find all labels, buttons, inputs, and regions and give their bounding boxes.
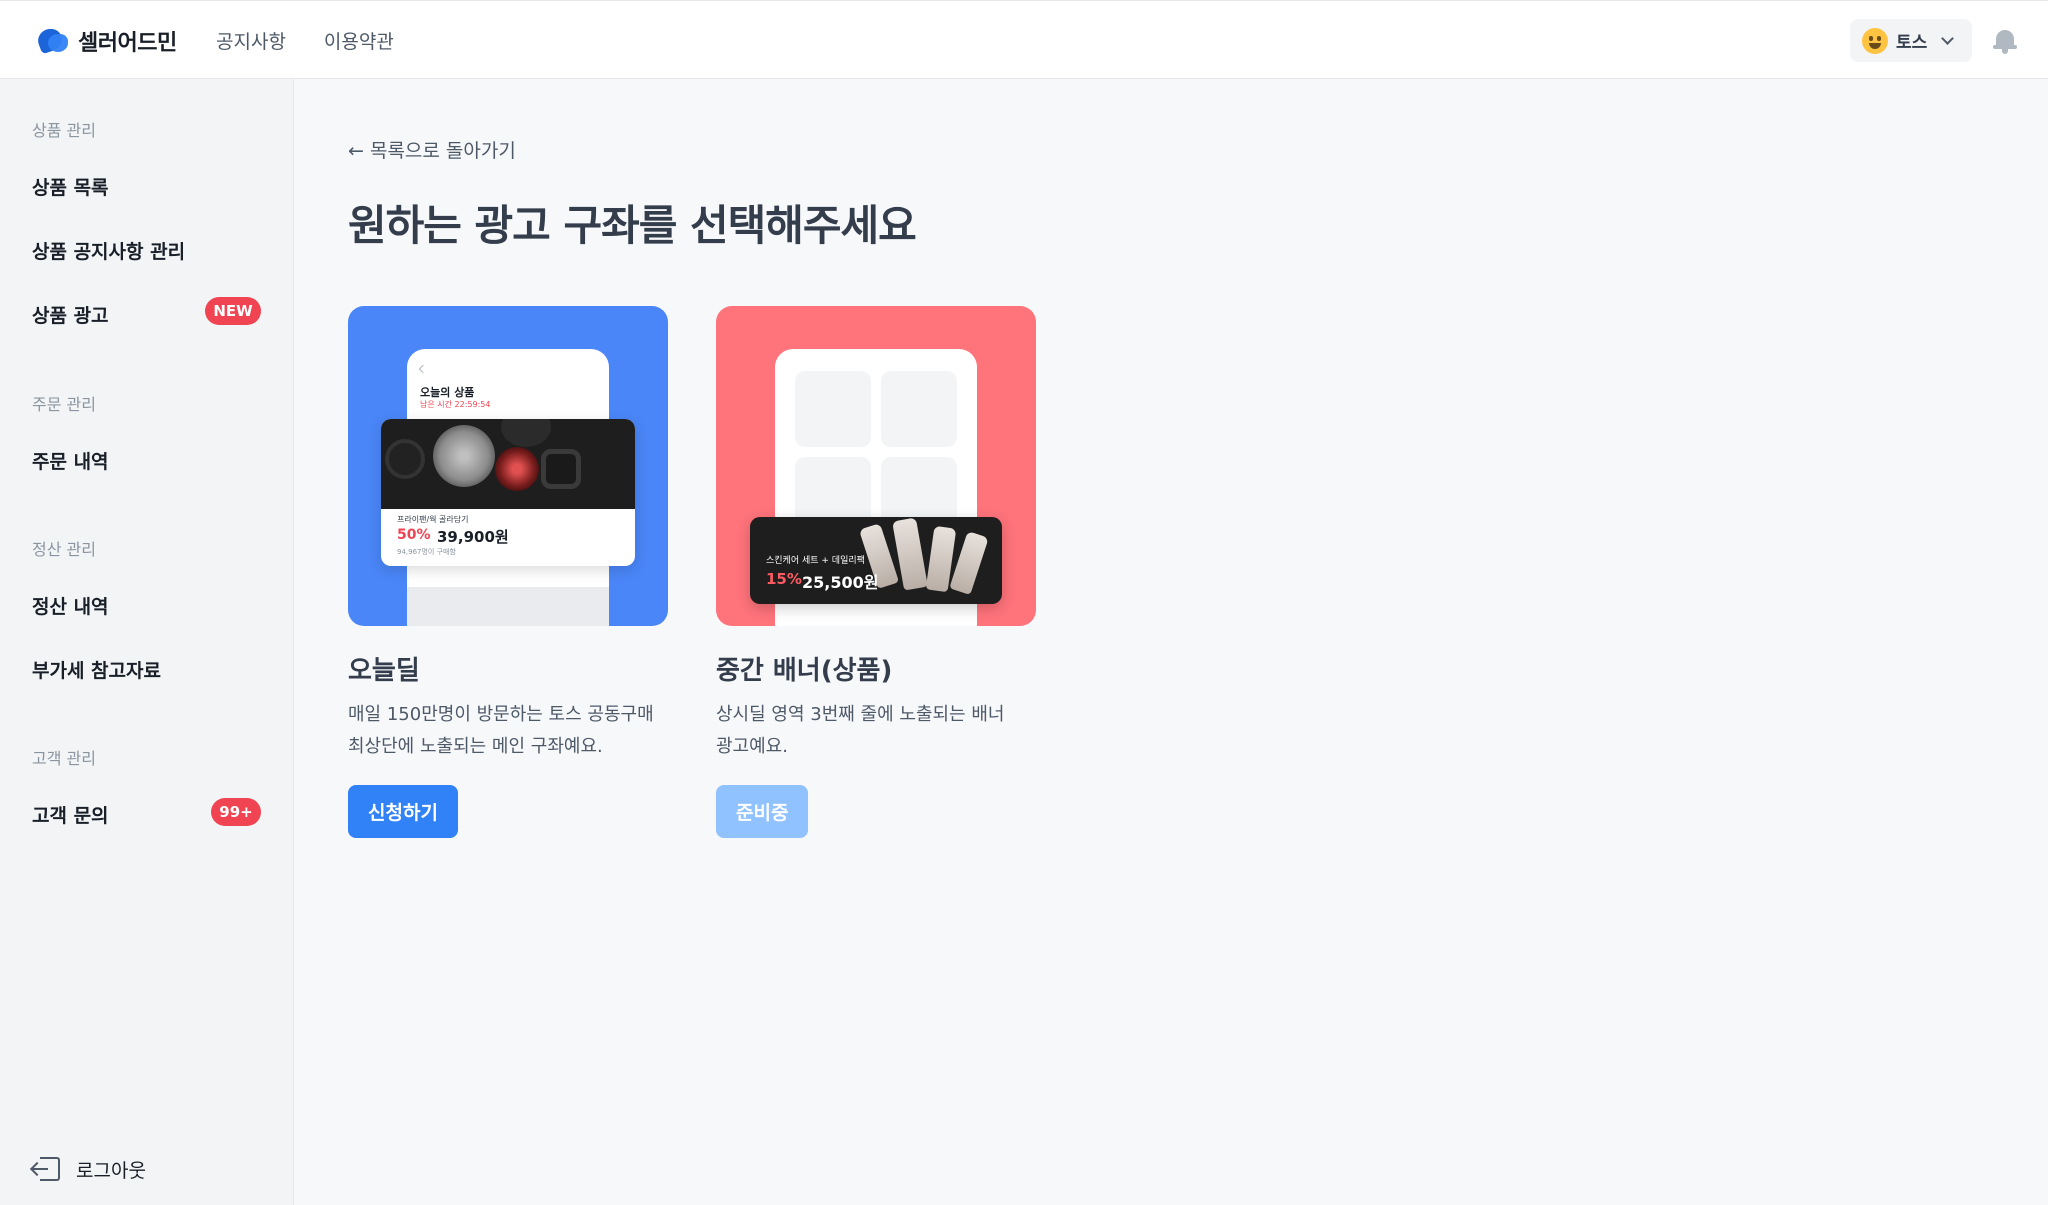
page-title: 원하는 광고 구좌를 선택해주세요 <box>348 201 917 250</box>
ad-slot-card-todaydeal: 오늘의 상품 남은 시간 22:59:54 프라이팬/웍 골라담기 50% 39… <box>348 306 668 838</box>
card-description: 상시딜 영역 3번째 줄에 노출되는 배너 광고예요. <box>716 704 1005 757</box>
cookware-photo <box>381 419 635 509</box>
apply-button[interactable]: 신청하기 <box>348 785 458 838</box>
sidebar-item-product-ads[interactable]: 상품 광고 <box>32 301 109 328</box>
coming-soon-button: 준비중 <box>716 785 809 838</box>
preview-section-title: 오늘의 상품 <box>420 386 475 399</box>
todaydeal-preview-image: 오늘의 상품 남은 시간 22:59:54 프라이팬/웍 골라담기 50% 39… <box>348 306 668 626</box>
sidebar-item-product-notices[interactable]: 상품 공지사항 관리 <box>32 237 185 264</box>
preview-timer: 남은 시간 22:59:54 <box>420 400 491 409</box>
banner-discount: 15% <box>766 570 802 588</box>
preview-product-name: 프라이팬/웍 골라담기 <box>397 515 469 524</box>
nav-notices-link[interactable]: 공지사항 <box>216 27 286 54</box>
chevron-left-icon <box>418 364 428 374</box>
banner-product-name: 스킨케어 세트 + 데일리팩 <box>766 556 865 566</box>
sidebar-item-order-history[interactable]: 주문 내역 <box>32 447 109 474</box>
account-dropdown[interactable]: 토스 <box>1850 19 1972 62</box>
sidebar: 상품 관리 상품 목록 상품 공지사항 관리 상품 광고 NEW 주문 관리 주… <box>0 79 294 1205</box>
bell-icon[interactable] <box>1993 28 2017 54</box>
card-title: 오늘딜 <box>348 656 420 686</box>
card-title: 중간 배너(상품) <box>716 656 893 686</box>
sidebar-section-orders: 주문 관리 <box>32 395 96 414</box>
logout-label: 로그아웃 <box>76 1159 146 1182</box>
logout-button[interactable]: 로그아웃 <box>32 1155 146 1183</box>
smiley-emoji-icon <box>1862 27 1888 54</box>
card-description: 매일 150만명이 방문하는 토스 공동구매 최상단에 노출되는 메인 구좌예요… <box>348 704 654 757</box>
sidebar-item-settlement-history[interactable]: 정산 내역 <box>32 592 109 619</box>
logout-icon <box>32 1155 62 1183</box>
middle-banner-preview-image: 스킨케어 세트 + 데일리팩 15% 25,500원 <box>716 306 1036 626</box>
inquiry-count-badge: 99+ <box>211 798 261 826</box>
preview-product-card: 프라이팬/웍 골라담기 50% 39,900원 94,967명이 구매함 <box>381 419 635 566</box>
seller-admin-logo-icon <box>34 25 70 56</box>
preview-discount: 50% <box>397 527 431 543</box>
sidebar-section-customers: 고객 관리 <box>32 749 96 768</box>
account-name: 토스 <box>1896 33 1928 53</box>
preview-banner: 스킨케어 세트 + 데일리팩 15% 25,500원 <box>750 517 1002 604</box>
sidebar-item-vat-reference[interactable]: 부가세 참고자료 <box>32 656 161 683</box>
nav-terms-link[interactable]: 이용약관 <box>324 27 394 54</box>
preview-price: 39,900원 <box>437 528 509 546</box>
new-badge: NEW <box>205 297 261 325</box>
sidebar-item-product-list[interactable]: 상품 목록 <box>32 173 109 200</box>
top-header: 셀러어드민 공지사항 이용약관 토스 <box>0 0 2048 79</box>
sidebar-section-settlement: 정산 관리 <box>32 540 96 559</box>
banner-price: 25,500원 <box>802 573 879 592</box>
sidebar-item-customer-inquiries[interactable]: 고객 문의 <box>32 801 109 828</box>
logo-text: 셀러어드민 <box>78 31 177 56</box>
preview-buyers: 94,967명이 구매함 <box>397 548 456 556</box>
sidebar-section-product: 상품 관리 <box>32 121 96 140</box>
top-nav: 공지사항 이용약관 <box>216 27 394 54</box>
ad-slot-card-middle-banner: 스킨케어 세트 + 데일리팩 15% 25,500원 중간 배너(상품) 상시딜… <box>716 306 1036 838</box>
back-to-list-link[interactable]: ← 목록으로 돌아가기 <box>348 136 516 163</box>
chevron-down-icon <box>1941 31 1955 45</box>
logo[interactable]: 셀러어드민 <box>34 25 177 57</box>
